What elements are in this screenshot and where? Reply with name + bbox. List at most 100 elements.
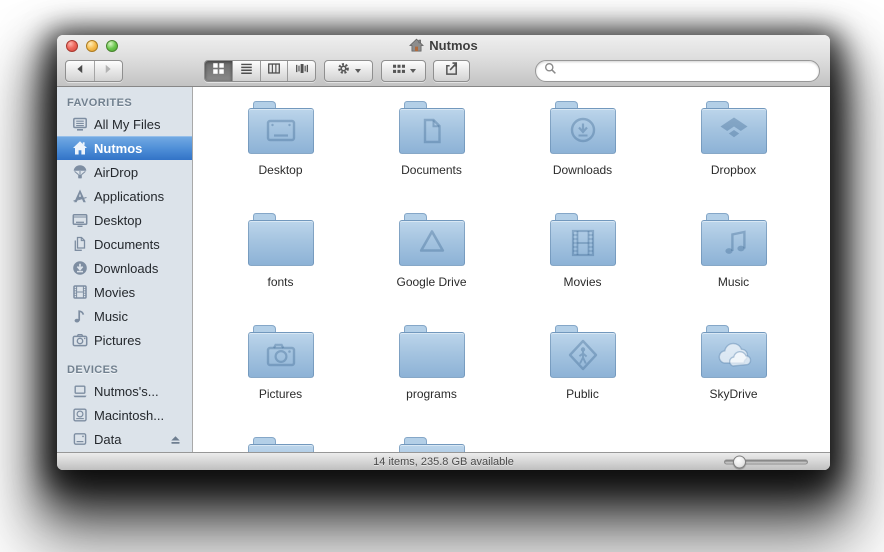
eject-icon[interactable] [169,433,182,446]
sidebar-item-all-my-files[interactable]: All My Files [57,112,192,136]
all-my-files-icon [71,116,88,133]
share-icon [444,61,460,81]
sidebar-item-music[interactable]: Music [57,304,192,328]
folder-label: Movies [563,275,602,289]
sidebar-section-devices: DEVICES Nutmos's... Macintosh... Data [57,361,192,451]
sidebar-section-title: FAVORITES [67,97,133,109]
finder-window: Nutmos FAVORITES All My Files Nutmos Air… [57,35,830,470]
sidebar-section-favorites: FAVORITES All My Files Nutmos AirDrop Applic… [57,94,192,352]
folder-music[interactable]: Music [658,213,809,325]
column-view-icon [267,62,281,80]
page-title: Nutmos [429,38,478,53]
applications-icon [71,188,88,205]
window-body: FAVORITES All My Files Nutmos AirDrop Applic… [57,87,830,452]
folder-desktop[interactable]: Desktop [205,101,356,213]
folder-icon [398,213,465,268]
folder-emblem-desktop [247,108,314,154]
folder-label: programs [406,387,457,401]
folder-emblem-camera [247,332,314,378]
sidebar-item-desktop[interactable]: Desktop [57,208,192,232]
sidebar-item-label: Music [94,308,128,324]
folder-skydrive[interactable]: SkyDrive [658,325,809,437]
status-bar: 14 items, 235.8 GB available [57,452,830,470]
sidebar-item-data[interactable]: Data [57,427,192,451]
folder-label: Music [717,275,750,289]
pictures-icon [71,332,88,349]
downloads-icon [71,260,88,277]
folder-emblem-document [398,108,465,154]
folder-pictures[interactable]: Pictures [205,325,356,437]
forward-button[interactable] [93,61,123,81]
coverflow-view-button[interactable] [287,61,315,81]
folder-emblem-gdrive [398,220,465,266]
close-button[interactable] [66,40,78,52]
share-button[interactable] [433,60,470,82]
folder-icon [247,437,314,452]
sidebar-item-pictures[interactable]: Pictures [57,328,192,352]
folder-emblem-none [398,444,465,452]
forward-arrow-icon [102,62,114,80]
folder-label: Pictures [258,387,303,401]
sidebar-item-movies[interactable]: Movies [57,280,192,304]
coverflow-view-icon [295,62,309,80]
slider-knob[interactable] [733,455,747,468]
sidebar-item-label: Documents [94,236,160,252]
minimize-button[interactable] [86,40,98,52]
folder-label: Desktop [258,163,303,177]
folder-public[interactable]: Public [507,325,658,437]
icon-view-icon [212,62,225,80]
folder-icon [549,325,616,380]
arrange-menu-button[interactable] [381,60,426,82]
folder-google-drive[interactable]: Google Drive [356,213,507,325]
sidebar-item-macintosh[interactable]: Macintosh... [57,403,192,427]
folder-movies[interactable]: Movies [507,213,658,325]
movies-icon [71,284,88,301]
folder-emblem-music [700,220,767,266]
documents-icon [71,236,88,253]
titlebar[interactable]: Nutmos [57,35,830,56]
folder-icon [398,325,465,380]
icon-size-slider[interactable] [724,455,808,468]
folder-downloads[interactable]: Downloads [507,101,658,213]
chevron-down-icon [355,69,361,73]
sidebar-item-nutmos[interactable]: Nutmos [57,136,192,160]
sidebar-item-downloads[interactable]: Downloads [57,256,192,280]
zoom-button[interactable] [106,40,118,52]
sidebar-item-airdrop[interactable]: AirDrop [57,160,192,184]
folder-icon [549,101,616,156]
folder-fonts[interactable]: fonts [205,213,356,325]
search-icon [544,62,557,80]
search-input[interactable] [562,64,811,78]
column-view-button[interactable] [259,61,288,81]
airdrop-icon [71,164,88,181]
home-icon [71,140,88,157]
folder-icon [700,325,767,380]
search-field[interactable] [535,60,820,82]
sidebar-item-documents[interactable]: Documents [57,232,192,256]
list-view-button[interactable] [231,61,260,81]
sidebar-item-applications[interactable]: Applications [57,184,192,208]
folder-documents[interactable]: Documents [356,101,507,213]
folder-icon [700,213,767,268]
sidebar-item-label: Nutmos's... [94,383,159,399]
sidebar-item-label: Desktop [94,212,142,228]
folder-programs[interactable]: programs [356,325,507,437]
folder-grid: Desktop Documents Downloads Dropbox fonts Goo… [193,87,830,452]
folder-label: Downloads [552,163,613,177]
folder-partially-visible[interactable] [356,437,507,452]
folder-icon [398,437,465,452]
back-button[interactable] [66,61,94,81]
view-switcher [204,60,316,82]
folder-icon [247,101,314,156]
sidebar-item-label: Data [94,431,122,447]
folder-partially-visible[interactable] [205,437,356,452]
sidebar-item-nutmos-s[interactable]: Nutmos's... [57,379,192,403]
folder-icon [549,213,616,268]
action-menu-button[interactable] [324,60,373,82]
folder-label: Documents [401,163,462,177]
gear-icon [336,61,351,81]
icon-view-button[interactable] [205,61,232,81]
folder-dropbox[interactable]: Dropbox [658,101,809,213]
sidebar: FAVORITES All My Files Nutmos AirDrop Applic… [57,87,193,452]
folder-icon [247,325,314,380]
